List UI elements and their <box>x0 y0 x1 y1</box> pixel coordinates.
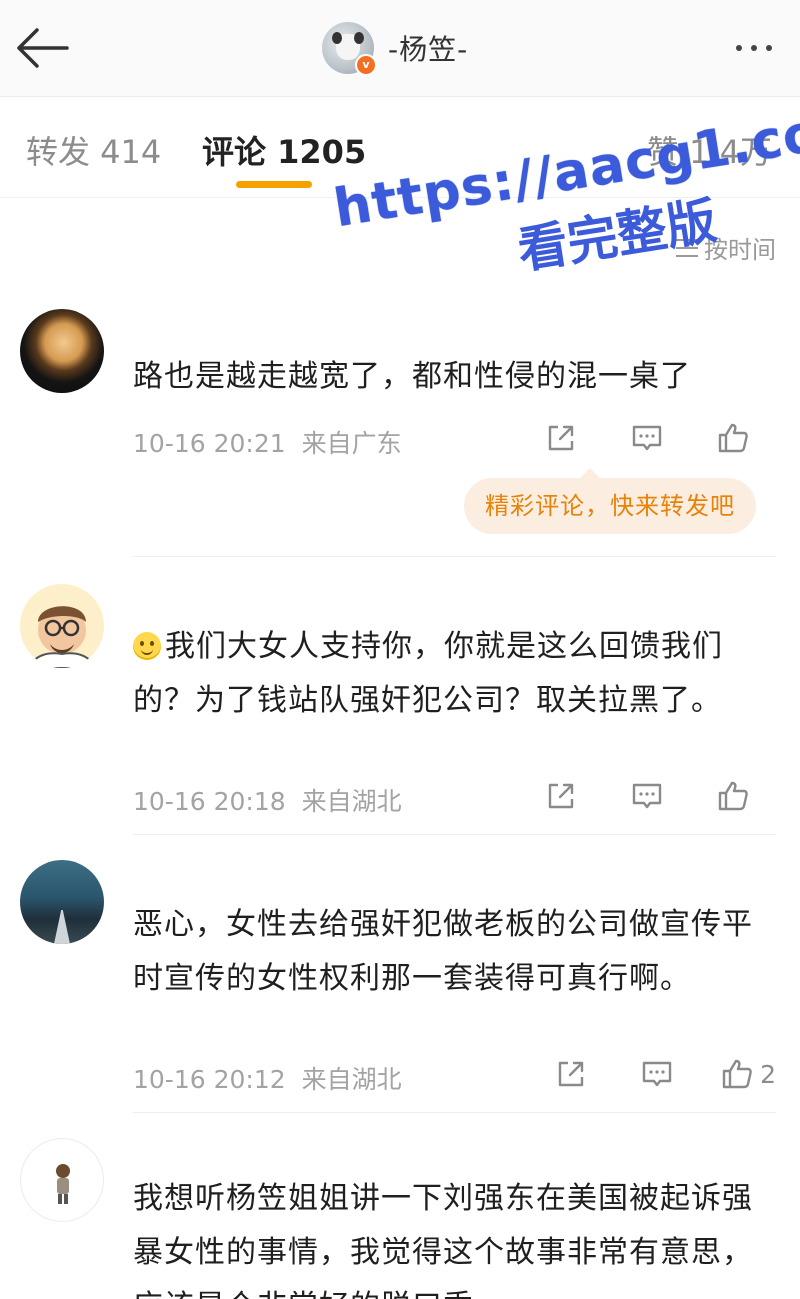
comment-text: 我们大女人支持你，你就是这么回馈我们的？为了钱站队强奸犯公司？取关拉黑了。 <box>133 620 760 728</box>
thumbs-up-icon <box>722 1059 752 1089</box>
more-dot-icon <box>766 45 772 51</box>
comment-icon <box>632 425 662 451</box>
comment-text: 我想听杨笠姐姐讲一下刘强东在美国被起诉强暴女性的事情，我觉得这个故事非常有意思，… <box>133 1181 753 1299</box>
dog-avatar-image <box>332 32 364 60</box>
tab-comments[interactable]: 评论 1205 <box>202 127 366 173</box>
avatar[interactable] <box>20 1138 104 1222</box>
reply-button[interactable] <box>604 418 690 458</box>
comment-actions: 2 <box>528 1054 776 1094</box>
comment-location: 来自广东 <box>301 429 402 458</box>
top-bar: v -杨笠- <box>0 0 800 97</box>
sort-label: 按时间 <box>704 236 776 264</box>
reply-button[interactable] <box>614 1054 700 1094</box>
divider <box>133 1112 776 1113</box>
share-icon <box>558 1061 584 1087</box>
divider <box>133 556 776 557</box>
share-button[interactable] <box>528 1054 614 1094</box>
comment-text: 路也是越走越宽了，都和性侵的混一桌了 <box>133 359 691 394</box>
weibo-comments-screen: v -杨笠- 转发 414 评论 1205 赞 1.4万 按时间 路也是越走越宽… <box>0 0 800 1299</box>
active-tab-indicator <box>236 181 312 188</box>
avatar[interactable] <box>20 584 104 668</box>
comment-meta: 10-16 20:21 来自广东 <box>133 424 402 460</box>
comment-actions <box>518 418 776 458</box>
avatar[interactable]: v <box>322 22 377 76</box>
back-arrow-icon <box>17 28 69 68</box>
comment-text-body: 我们大女人支持你，你就是这么回馈我们的？为了钱站队强奸犯公司？取关拉黑了。 <box>133 629 723 718</box>
reply-button[interactable] <box>604 776 690 816</box>
post-tabs: 转发 414 评论 1205 赞 1.4万 <box>0 97 800 198</box>
sort-icon <box>676 238 698 257</box>
avatar[interactable] <box>20 309 104 393</box>
share-icon <box>548 425 574 451</box>
comment-meta: 10-16 20:12 来自湖北 <box>133 1060 402 1096</box>
verified-badge-icon: v <box>355 54 377 76</box>
like-count: 2 <box>760 1059 776 1089</box>
comment-location: 来自湖北 <box>301 1065 402 1094</box>
comment-time: 10-16 20:18 <box>133 787 286 816</box>
back-button[interactable] <box>10 20 74 76</box>
comment-text: 恶心，女性去给强奸犯做老板的公司做宣传平时宣传的女性权利那一套装得可真行啊。 <box>133 907 753 996</box>
thumbs-up-icon <box>718 781 748 811</box>
comment-time: 10-16 20:12 <box>133 1065 286 1094</box>
comment-location: 来自湖北 <box>301 787 402 816</box>
cartoon-person-avatar-image <box>28 606 96 668</box>
user-name[interactable]: -杨笠- <box>388 28 468 68</box>
tab-forwards[interactable]: 转发 414 <box>26 127 161 173</box>
divider <box>133 834 776 835</box>
thumbs-up-icon <box>718 423 748 453</box>
sort-by-time-button[interactable]: 按时间 <box>676 230 776 265</box>
share-button[interactable] <box>518 418 604 458</box>
comment-meta: 10-16 20:18 来自湖北 <box>133 782 402 818</box>
comment-actions <box>518 776 776 816</box>
tab-likes[interactable]: 赞 1.4万 <box>647 127 772 173</box>
profile-title[interactable]: v -杨笠- <box>322 18 468 78</box>
smile-emoji-icon <box>133 632 161 660</box>
comment-time: 10-16 20:21 <box>133 429 286 458</box>
small-figure-avatar-image <box>56 1164 70 1204</box>
comment-icon <box>632 783 662 809</box>
like-button[interactable] <box>690 418 776 458</box>
hot-comment-hint[interactable]: 精彩评论，快来转发吧 <box>464 468 756 534</box>
avatar[interactable] <box>20 860 104 944</box>
like-button[interactable]: 2 <box>700 1054 776 1094</box>
share-button[interactable] <box>518 776 604 816</box>
like-button[interactable] <box>690 776 776 816</box>
more-options-button[interactable] <box>722 28 786 68</box>
share-icon <box>548 783 574 809</box>
more-dot-icon <box>751 45 757 51</box>
comment-icon <box>642 1061 672 1087</box>
more-dot-icon <box>736 45 742 51</box>
